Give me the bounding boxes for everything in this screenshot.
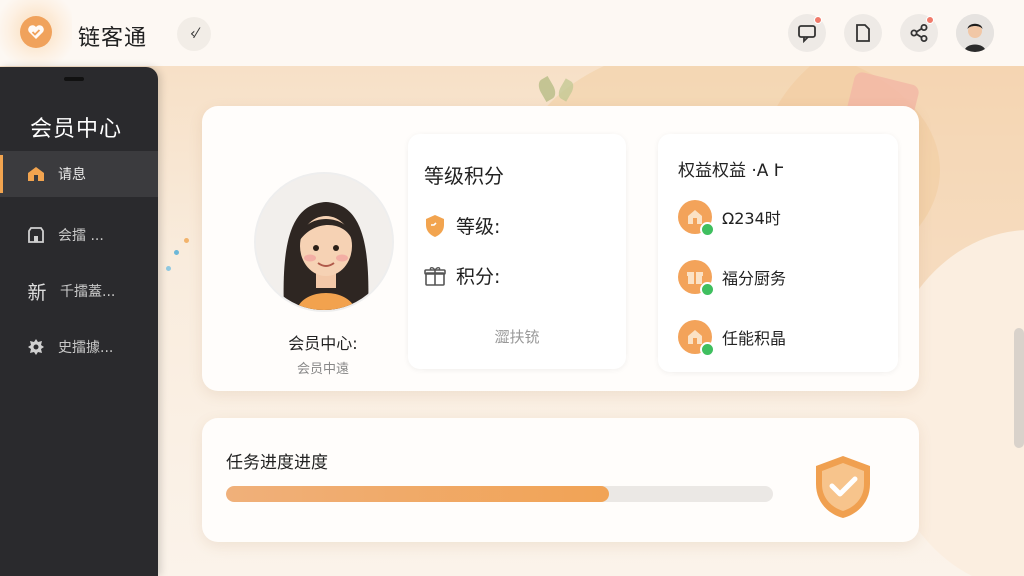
new-badge-icon: 新 [27,281,47,304]
user-avatar[interactable] [956,14,994,52]
gift-icon [424,266,446,286]
rights-item[interactable]: 福分厨务 [678,260,787,297]
progress-fill [226,486,609,502]
gear-icon [26,337,46,357]
document-button[interactable] [844,14,882,52]
avatar-icon [956,14,994,52]
progress-track [226,486,773,502]
logo-area [0,0,72,66]
back-arrow-icon: ‹⁄ [190,26,198,42]
storefront-icon [26,225,46,245]
message-icon [798,25,816,43]
top-actions [788,14,994,52]
level-row: 等级: [424,212,500,239]
home-badge-icon [678,320,715,357]
heart-check-icon [28,25,44,39]
profile-subtitle: 会员中遠 [296,362,349,377]
scrollbar[interactable] [1014,328,1024,448]
notification-dot [926,16,934,24]
points-title: 等级积分 [424,164,504,188]
app-brand: 链客通 [78,26,148,51]
task-progress-card: 任务进度进度 [202,418,919,542]
sidebar-item-history[interactable]: 史擂據... [0,324,158,370]
back-button[interactable]: ‹⁄ [177,17,211,51]
achievement-shield[interactable] [812,454,874,520]
profile-name: 会员中心: [288,334,358,353]
sidebar-item-info[interactable]: 请息 [0,151,158,197]
rights-card: 权益权益 ·A Ւ Ω234时 福分厨务 任能积晶 [658,134,898,372]
rights-item-label: Ω234时 [722,209,781,228]
sidebar-title: 会员中心 [30,117,123,142]
points-card: 等级积分 等级: 积分: 澀扶铳 [408,134,626,369]
sidebar-item-label: 千擂蓋... [60,284,116,300]
rights-item-label: 任能积晶 [722,329,787,348]
rights-title: 权益权益 ·A Ւ [678,161,783,181]
profile-avatar[interactable] [254,172,394,312]
app-logo[interactable] [20,16,52,48]
points-hint[interactable]: 澀扶铳 [408,326,626,347]
portrait-icon [256,174,392,310]
sidebar-item-label: 史擂據... [58,340,114,356]
points-row: 积分: [424,262,500,289]
profile-card: 会员中心: 会员中遠 [214,130,400,377]
sidebar: 会员中心 请息 会擂 ... 新 千擂蓋... 史擂據... [0,67,158,576]
share-icon [910,24,928,42]
shield-check-icon [816,456,870,518]
gift-badge-icon [678,260,715,297]
rights-item[interactable]: Ω234时 [678,200,781,237]
sidebar-item-label: 会擂 ... [58,228,104,244]
top-bar: 链客通 ‹⁄ [0,0,1024,66]
notification-dot [814,16,822,24]
level-label: 等级: [456,216,501,238]
drag-handle[interactable] [64,77,84,81]
sidebar-item-new[interactable]: 新 千擂蓋... [0,268,158,314]
rights-item[interactable]: 任能积晶 [678,320,787,357]
rights-item-label: 福分厨务 [722,269,787,288]
document-icon [856,24,870,42]
member-panel: 会员中心: 会员中遠 等级积分 等级: 积分: 澀扶铳 权益权益 ·A Ւ Ω2… [202,106,919,391]
share-button[interactable] [900,14,938,52]
task-title: 任务进度进度 [226,453,328,473]
house-badge-icon [678,200,715,237]
sidebar-item-label: 请息 [58,167,86,183]
message-button[interactable] [788,14,826,52]
sidebar-item-member[interactable]: 会擂 ... [0,212,158,258]
shield-icon [426,214,444,237]
points-label: 积分: [456,266,501,288]
house-icon [26,164,46,184]
